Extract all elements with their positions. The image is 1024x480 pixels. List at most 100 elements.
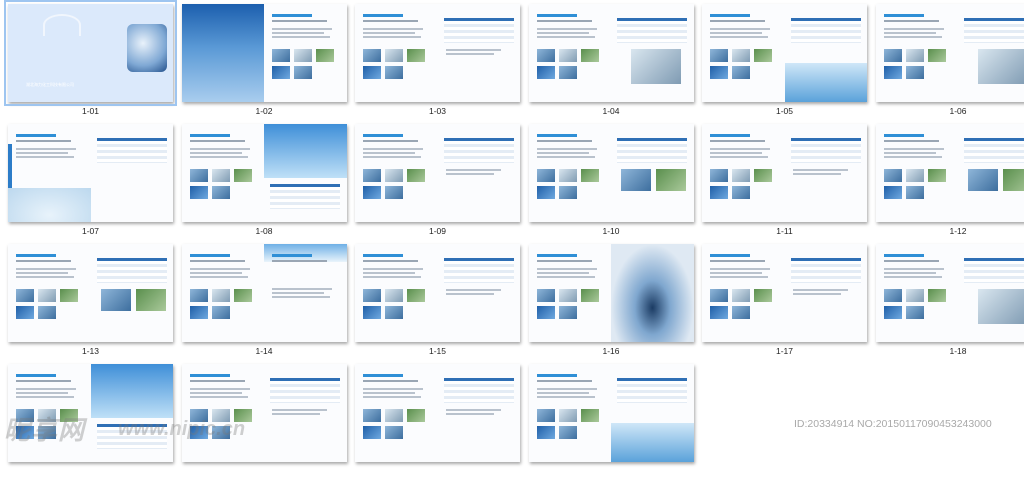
- page-thumbnail[interactable]: 1-12: [871, 122, 1024, 240]
- photo: [710, 186, 728, 199]
- page-thumbnail[interactable]: 1-10: [524, 122, 699, 240]
- photo: [60, 289, 78, 302]
- left-page: [355, 124, 439, 222]
- text-line: [537, 152, 589, 154]
- section-title: [272, 14, 312, 17]
- spec-table: [617, 378, 687, 403]
- page-spread-preview: [876, 244, 1024, 342]
- text-line: [363, 276, 421, 278]
- section-title: [710, 14, 750, 17]
- right-page: [611, 244, 694, 342]
- page-spread-preview: [355, 124, 520, 222]
- text-line: [363, 152, 415, 154]
- section-subtitle: [16, 260, 71, 262]
- page-thumbnail[interactable]: 1-06: [871, 2, 1024, 120]
- text-line: [537, 148, 597, 150]
- text-line: [537, 388, 597, 390]
- text-line: [710, 28, 770, 30]
- photo: [407, 169, 425, 182]
- right-page: [264, 364, 347, 462]
- section-subtitle: [884, 140, 939, 142]
- page-thumbnail[interactable]: 湖北海力化工科技有限公司1-01: [3, 2, 178, 120]
- left-page: [355, 244, 439, 342]
- text-line: [884, 148, 944, 150]
- lab-photo: [631, 49, 681, 84]
- spec-table: [964, 18, 1024, 43]
- photo: [732, 66, 750, 79]
- cover-company-name: 湖北海力化工科技有限公司: [26, 82, 86, 88]
- right-page: [611, 364, 694, 462]
- text-line: [16, 148, 76, 150]
- right-page: [264, 244, 347, 342]
- photo: [559, 169, 577, 182]
- page-thumbnail[interactable]: 1-05: [697, 2, 872, 120]
- text-line: [363, 392, 415, 394]
- thumbnail-grid: 湖北海力化工科技有限公司1-011-021-031-041-051-06 1-07…: [0, 0, 1024, 443]
- page-thumbnail[interactable]: 1-13: [3, 242, 178, 360]
- page-thumbnail[interactable]: 1-14: [177, 242, 352, 360]
- right-page: [264, 4, 347, 102]
- photo: [272, 66, 290, 79]
- text-line: [710, 32, 762, 34]
- page-thumbnail[interactable]: [524, 362, 699, 480]
- left-page: [876, 4, 960, 102]
- page-thumbnail[interactable]: 1-17: [697, 242, 872, 360]
- text-line: [190, 152, 242, 154]
- page-thumbnail[interactable]: 1-09: [350, 122, 525, 240]
- text-line: [884, 32, 936, 34]
- page-spread-preview: [182, 124, 347, 222]
- section-subtitle: [363, 140, 418, 142]
- page-thumbnail[interactable]: 1-16: [524, 242, 699, 360]
- text-line: [884, 36, 942, 38]
- text-line: [793, 289, 848, 291]
- photo: [732, 289, 750, 302]
- text-line: [710, 156, 768, 158]
- thumbnail-label: 1-05: [697, 106, 872, 116]
- text-line: [884, 152, 936, 154]
- right-page: [438, 244, 521, 342]
- page-spread-preview: [529, 124, 694, 222]
- text-line: [272, 296, 330, 298]
- section-subtitle: [537, 20, 592, 22]
- thumbnail-label: 1-11: [697, 226, 872, 236]
- section-subtitle: [190, 140, 245, 142]
- page-thumbnail[interactable]: [350, 362, 525, 480]
- text-line: [272, 413, 320, 415]
- page-thumbnail[interactable]: 1-02: [177, 2, 352, 120]
- photo: [212, 306, 230, 319]
- photo: [1003, 169, 1024, 191]
- watermark-brand: 昵享网: [4, 410, 85, 447]
- section-title: [537, 14, 577, 17]
- spec-table: [97, 258, 167, 283]
- photo: [537, 49, 555, 62]
- page-thumbnail[interactable]: 1-15: [350, 242, 525, 360]
- page-thumbnail[interactable]: 1-11: [697, 122, 872, 240]
- photo: [407, 49, 425, 62]
- cover-photo: [127, 24, 167, 72]
- photo: [710, 169, 728, 182]
- section-subtitle: [537, 140, 592, 142]
- section-title: [190, 134, 230, 137]
- right-page: [958, 124, 1024, 222]
- page-thumbnail[interactable]: 1-07: [3, 122, 178, 240]
- text-line: [537, 272, 589, 274]
- thumbnail-label: 1-09: [350, 226, 525, 236]
- page-thumbnail[interactable]: 1-08: [177, 122, 352, 240]
- page-spread-preview: 湖北海力化工科技有限公司: [8, 4, 173, 102]
- section-subtitle: [363, 20, 418, 22]
- section-title: [884, 14, 924, 17]
- text-line: [190, 156, 248, 158]
- photo: [537, 66, 555, 79]
- water-image: [611, 423, 694, 462]
- photo: [559, 306, 577, 319]
- photo: [385, 169, 403, 182]
- lab-photo: [978, 49, 1024, 84]
- photo: [559, 426, 577, 439]
- page-thumbnail[interactable]: 1-04: [524, 2, 699, 120]
- watermark-url: www.nipic.cn: [118, 418, 245, 441]
- page-thumbnail[interactable]: 1-18: [871, 242, 1024, 360]
- photo: [928, 49, 946, 62]
- section-subtitle: [190, 380, 245, 382]
- page-thumbnail[interactable]: 1-03: [350, 2, 525, 120]
- photo: [884, 306, 902, 319]
